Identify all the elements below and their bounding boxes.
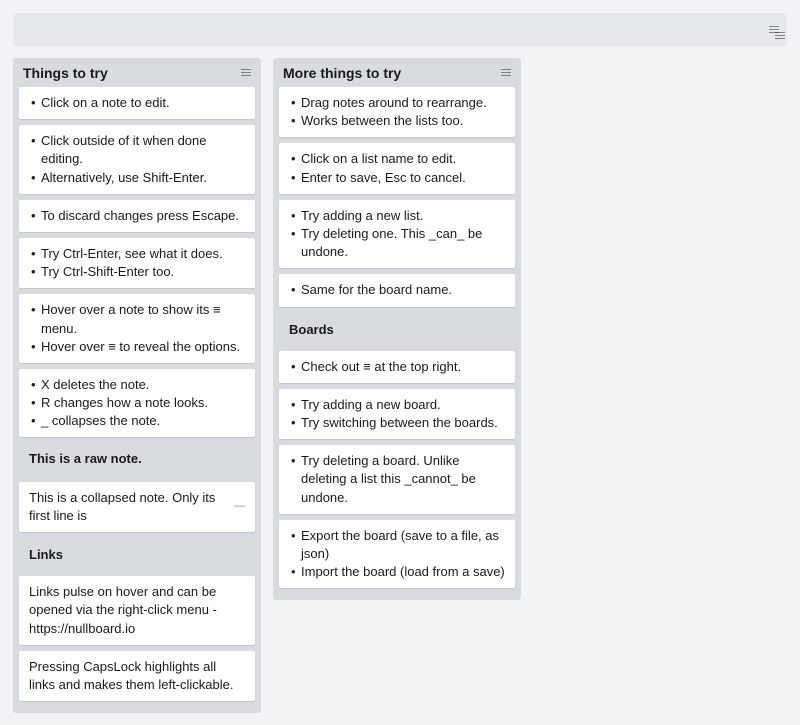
note[interactable]: Pressing CapsLock highlights all links a…	[19, 651, 255, 701]
note[interactable]: Click outside of it when done editing.Al…	[19, 125, 255, 194]
note-line: Works between the lists too.	[289, 112, 505, 130]
note-line: Alternatively, use Shift-Enter.	[29, 169, 245, 187]
note-line: To discard changes press Escape.	[29, 207, 245, 225]
note-line: Try deleting one. This _can_ be undone.	[289, 225, 505, 261]
note-line: Click on a note to edit.	[29, 94, 245, 112]
note[interactable]: Links	[19, 538, 255, 570]
note-line: Export the board (save to a file, as jso…	[289, 527, 505, 563]
note[interactable]: To discard changes press Escape.	[19, 200, 255, 232]
list-menu-icon[interactable]	[241, 69, 251, 77]
note-line: _ collapses the note.	[29, 412, 245, 430]
note[interactable]: Export the board (save to a file, as jso…	[279, 520, 515, 589]
note-line: Try deleting a board. Unlike deleting a …	[289, 452, 505, 507]
note[interactable]: Try deleting a board. Unlike deleting a …	[279, 445, 515, 514]
note-line: X deletes the note.	[29, 376, 245, 394]
note-line: Check out ≡ at the top right.	[289, 358, 505, 376]
note[interactable]: This is a raw note.	[19, 443, 255, 475]
note[interactable]: Hover over a note to show its ≡ menu.Hov…	[19, 294, 255, 363]
note-text: This is a collapsed note. Only its first…	[29, 489, 234, 525]
note-line: Hover over a note to show its ≡ menu.	[29, 301, 245, 337]
note[interactable]: Links pulse on hover and can be opened v…	[19, 576, 255, 645]
note-line: Try adding a new board.	[289, 396, 505, 414]
note[interactable]: X deletes the note.R changes how a note …	[19, 369, 255, 438]
note[interactable]: Check out ≡ at the top right.	[279, 351, 515, 383]
note[interactable]: Click on a note to edit.	[19, 87, 255, 119]
list-title[interactable]: Things to try	[23, 65, 108, 81]
note[interactable]: Same for the board name.	[279, 274, 515, 306]
note-line: Try adding a new list.	[289, 207, 505, 225]
note-line: Try Ctrl-Enter, see what it does.	[29, 245, 245, 263]
note-line: Enter to save, Esc to cancel.	[289, 169, 505, 187]
note[interactable]: Drag notes around to rearrange.Works bet…	[279, 87, 515, 137]
note-line: Hover over ≡ to reveal the options.	[29, 338, 245, 356]
note[interactable]: Try adding a new board.Try switching bet…	[279, 389, 515, 439]
list-title[interactable]: More things to try	[283, 65, 401, 81]
note[interactable]: Boards	[279, 313, 515, 345]
lists-container: Things to try Click on a note to edit. Cli…	[0, 46, 800, 725]
board-menu-icon[interactable]	[769, 26, 779, 34]
note-line: Same for the board name.	[289, 281, 505, 299]
note[interactable]: Try adding a new list.Try deleting one. …	[279, 200, 515, 269]
board-header[interactable]	[13, 13, 787, 46]
note[interactable]: This is a collapsed note. Only its first…	[19, 482, 255, 532]
list-menu-icon[interactable]	[501, 69, 511, 77]
note-line: Try Ctrl-Shift-Enter too.	[29, 263, 245, 281]
list: More things to try Drag notes around to r…	[273, 58, 521, 600]
note-line: Try switching between the boards.	[289, 414, 505, 432]
collapse-indicator-icon[interactable]: —	[234, 499, 245, 514]
note-line: R changes how a note looks.	[29, 394, 245, 412]
list: Things to try Click on a note to edit. Cli…	[13, 58, 261, 713]
note[interactable]: Try Ctrl-Enter, see what it does.Try Ctr…	[19, 238, 255, 288]
note-line: Click on a list name to edit.	[289, 150, 505, 168]
list-header: Things to try	[13, 58, 261, 87]
note[interactable]: Click on a list name to edit.Enter to sa…	[279, 143, 515, 193]
note-line: Click outside of it when done editing.	[29, 132, 245, 168]
note-line: Drag notes around to rearrange.	[289, 94, 505, 112]
note-line: Import the board (load from a save)	[289, 563, 505, 581]
list-header: More things to try	[273, 58, 521, 87]
